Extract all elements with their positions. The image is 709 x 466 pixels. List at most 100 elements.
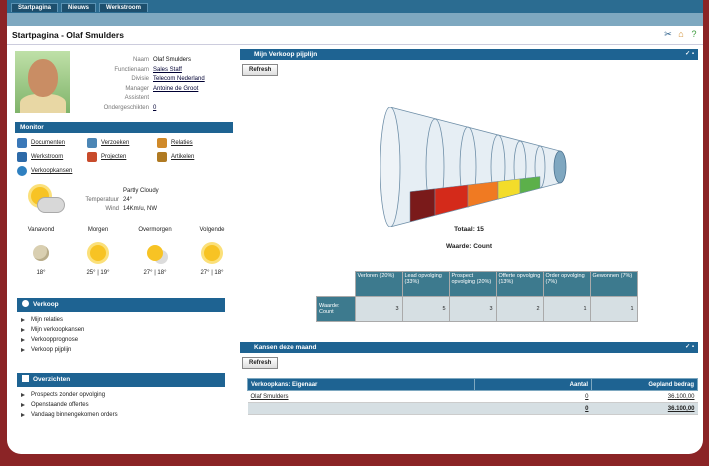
amount-link[interactable]: 36.100,00 xyxy=(591,390,698,403)
total-count[interactable]: 0 xyxy=(474,402,592,415)
field-label: Naam xyxy=(132,57,149,63)
avatar xyxy=(15,51,70,113)
field-label: Ondergeschikten xyxy=(103,104,149,111)
arrow-icon xyxy=(21,318,25,322)
help-icon[interactable]: ? xyxy=(689,29,699,39)
pipeline-table: Verloren (20%) Lead opvolging (33%) Pros… xyxy=(316,271,638,322)
monitor-section: Monitor Documenten Verzoeken Relaties We… xyxy=(15,122,233,177)
forecast-day: Vanavond 18° xyxy=(27,227,55,276)
stage-order-fill xyxy=(519,176,541,194)
tools-icon[interactable]: ✂ xyxy=(663,29,673,39)
stage-value: 5 xyxy=(401,296,450,322)
monitor-item-werkstroom[interactable]: Werkstroom xyxy=(17,151,87,163)
arrow-icon xyxy=(21,328,25,332)
arrow-icon xyxy=(21,348,25,352)
overzichten-link[interactable]: Openstaande offertes xyxy=(19,400,225,410)
pipeline-value-label: Waarde: Count xyxy=(446,243,492,250)
stage-value: 2 xyxy=(495,296,544,322)
field-label: Divisie xyxy=(131,76,149,82)
arrow-icon xyxy=(21,403,25,407)
pipeline-header: Mijn Verkoop pijplijn ✓ ▪ xyxy=(240,49,698,60)
projects-icon xyxy=(87,152,97,162)
forecast-day: Overmorgen 27° | 18° xyxy=(138,227,172,276)
sun-haze-icon xyxy=(147,245,163,261)
monitor-item-relaties[interactable]: Relaties xyxy=(157,137,227,149)
verkoop-link[interactable]: Verkoopprognose xyxy=(19,335,225,345)
count-link[interactable]: 0 xyxy=(474,390,592,403)
stage-header: Order opvolging (7%) xyxy=(542,271,591,297)
verkoop-link[interactable]: Mijn relaties xyxy=(19,315,225,325)
page-titlebar: Startpagina - Olaf Smulders ✂ ⌂ ? xyxy=(7,26,703,45)
documents-icon xyxy=(17,138,27,148)
profile-card: Naam Olaf Smulders Functienaam Sales Staff… xyxy=(15,50,235,120)
verkoop-link[interactable]: Verkoop pijplijn xyxy=(19,345,225,355)
stage-offerte-fill xyxy=(497,178,521,200)
field-function-link[interactable]: Sales Staff xyxy=(153,66,182,76)
sun-icon xyxy=(204,245,220,261)
profile-fields: Naam Olaf Smulders Functienaam Sales Staff… xyxy=(79,56,205,113)
monitor-item-artikelen[interactable]: Artikelen xyxy=(157,151,227,163)
pipeline-total: Totaal: 15 xyxy=(454,226,484,233)
home-icon[interactable]: ⌂ xyxy=(676,29,686,39)
moon-icon xyxy=(33,245,49,261)
weather-widget: Partly Cloudy Temperatuur 24° Wind 14Km/u,… xyxy=(15,185,235,290)
opportunities-icon xyxy=(17,166,27,176)
refresh-button[interactable]: Refresh xyxy=(242,64,279,76)
sun-icon xyxy=(90,245,106,261)
top-navigation: Startpagina Nieuws Werkstroom xyxy=(7,0,703,13)
stage-verloren-fill xyxy=(409,188,436,223)
tab-startpagina[interactable]: Startpagina xyxy=(11,3,59,12)
page-title: Startpagina - Olaf Smulders xyxy=(12,30,124,40)
temperature-value: 24° xyxy=(123,197,133,203)
app-frame: Startpagina Nieuws Werkstroom Startpagin… xyxy=(7,0,703,454)
field-label: Assistent xyxy=(124,95,149,101)
tab-werkstroom[interactable]: Werkstroom xyxy=(99,3,148,12)
verkoop-link[interactable]: Mijn verkoopkansen xyxy=(19,325,225,335)
forecast-day: Morgen 25° | 19° xyxy=(86,227,110,276)
stage-value: 3 xyxy=(354,296,403,322)
field-subordinates-link[interactable]: 0 xyxy=(153,104,156,114)
partly-cloudy-icon xyxy=(29,185,65,219)
stage-header: Offerte opvolging (13%) xyxy=(495,271,544,297)
articles-icon xyxy=(157,152,167,162)
tab-nieuws[interactable]: Nieuws xyxy=(61,3,97,12)
panel-controls-icon[interactable]: ✓ ▪ xyxy=(685,342,694,353)
monitor-item-projecten[interactable]: Projecten xyxy=(87,151,157,163)
wind-value: 14Km/u, NW xyxy=(123,206,158,212)
stage-header: Gewonnen (7%) xyxy=(589,271,638,297)
monitor-item-verkoopkansen[interactable]: Verkoopkansen xyxy=(17,165,87,177)
arrow-icon xyxy=(21,393,25,397)
overzichten-link[interactable]: Prospects zonder opvolging xyxy=(19,390,225,400)
stage-header: Lead opvolging (33%) xyxy=(401,271,450,297)
kansen-header: Kansen deze maand ✓ ▪ xyxy=(240,342,698,353)
weather-condition: Partly Cloudy xyxy=(123,188,159,194)
kansen-table: Verkoopkans: Eigenaar Aantal Gepland bed… xyxy=(247,378,698,415)
workflow-icon xyxy=(17,152,27,162)
stage-header: Prospect opvolging (20%) xyxy=(448,271,497,297)
total-amount[interactable]: 36.100,00 xyxy=(591,402,698,415)
monitor-item-verzoeken[interactable]: Verzoeken xyxy=(87,137,157,149)
temperature-label: Temperatuur xyxy=(85,197,119,203)
stage-prospect-fill xyxy=(467,181,499,208)
forecast-day: Volgende 27° | 18° xyxy=(199,227,225,276)
field-manager-link[interactable]: Antoine de Groot xyxy=(153,85,198,95)
refresh-button[interactable]: Refresh xyxy=(242,357,279,369)
funnel-chart xyxy=(380,107,567,227)
wind-label: Wind xyxy=(105,206,119,212)
owner-link[interactable]: Olaf Smulders xyxy=(247,390,475,403)
column-header[interactable]: Aantal xyxy=(474,378,592,391)
field-division-link[interactable]: Telecom Nederland xyxy=(153,75,205,85)
stage-value: 1 xyxy=(589,296,638,322)
overzichten-link[interactable]: Vandaag binnengekomen orders xyxy=(19,410,225,420)
stage-lead-fill xyxy=(434,184,469,216)
arrow-icon xyxy=(21,413,25,417)
column-header[interactable]: Gepland bedrag xyxy=(591,378,698,391)
header-banner xyxy=(7,13,703,26)
monitor-item-documenten[interactable]: Documenten xyxy=(17,137,87,149)
overzichten-header: Overzichten xyxy=(17,373,225,387)
kansen-panel: Kansen deze maand ✓ ▪ Refresh Verkoopkans… xyxy=(240,342,698,422)
monitor-header: Monitor xyxy=(15,122,233,133)
panel-controls-icon[interactable]: ✓ ▪ xyxy=(685,49,694,60)
table-row: Olaf Smulders 0 36.100,00 xyxy=(247,390,698,403)
column-header[interactable]: Verkoopkans: Eigenaar xyxy=(247,378,475,391)
